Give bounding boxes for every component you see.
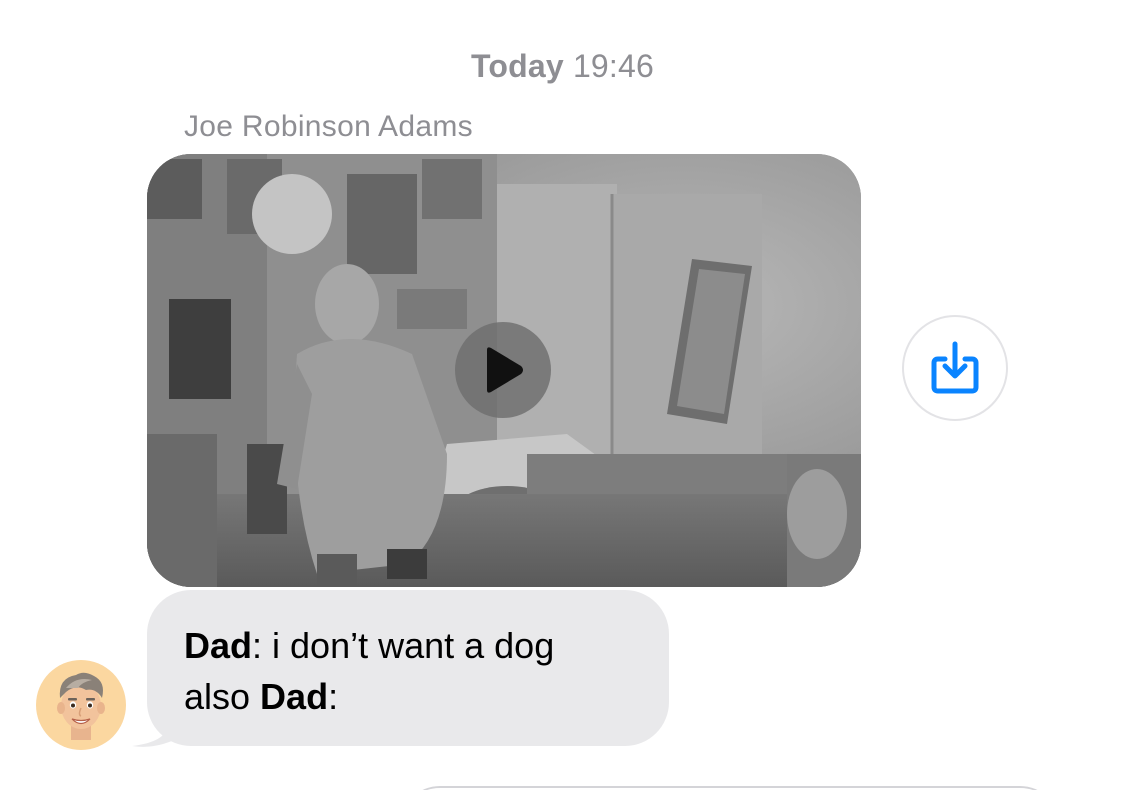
message-timestamp: Today 19:46 bbox=[0, 48, 1125, 85]
play-button[interactable] bbox=[455, 322, 551, 418]
next-message-bubble-edge bbox=[400, 786, 1060, 790]
sender-name: Joe Robinson Adams bbox=[184, 110, 473, 143]
message-text: : bbox=[328, 676, 339, 717]
memoji-avatar-icon bbox=[57, 672, 105, 740]
save-download-icon bbox=[931, 341, 979, 394]
timestamp-day: Today bbox=[470, 48, 564, 84]
conversation-view: Today 19:46 Joe Robinson Adams Dad: i do… bbox=[0, 0, 1125, 790]
message-line-1: Dad: i don’t want a dog bbox=[184, 620, 633, 671]
message-line-2: also Dad: bbox=[184, 671, 633, 722]
timestamp-time: 19:46 bbox=[572, 48, 655, 84]
text-message-bubble[interactable]: Dad: i don’t want a dog also Dad: bbox=[147, 590, 669, 746]
message-bold-dad: Dad bbox=[184, 625, 253, 666]
message-text: also bbox=[184, 676, 261, 717]
video-message[interactable] bbox=[147, 154, 861, 587]
message-bold-dad: Dad bbox=[260, 676, 329, 717]
play-icon bbox=[487, 347, 523, 393]
sender-avatar[interactable] bbox=[36, 660, 126, 750]
save-video-button[interactable] bbox=[902, 315, 1008, 421]
message-text: : i don’t want a dog bbox=[252, 625, 555, 666]
